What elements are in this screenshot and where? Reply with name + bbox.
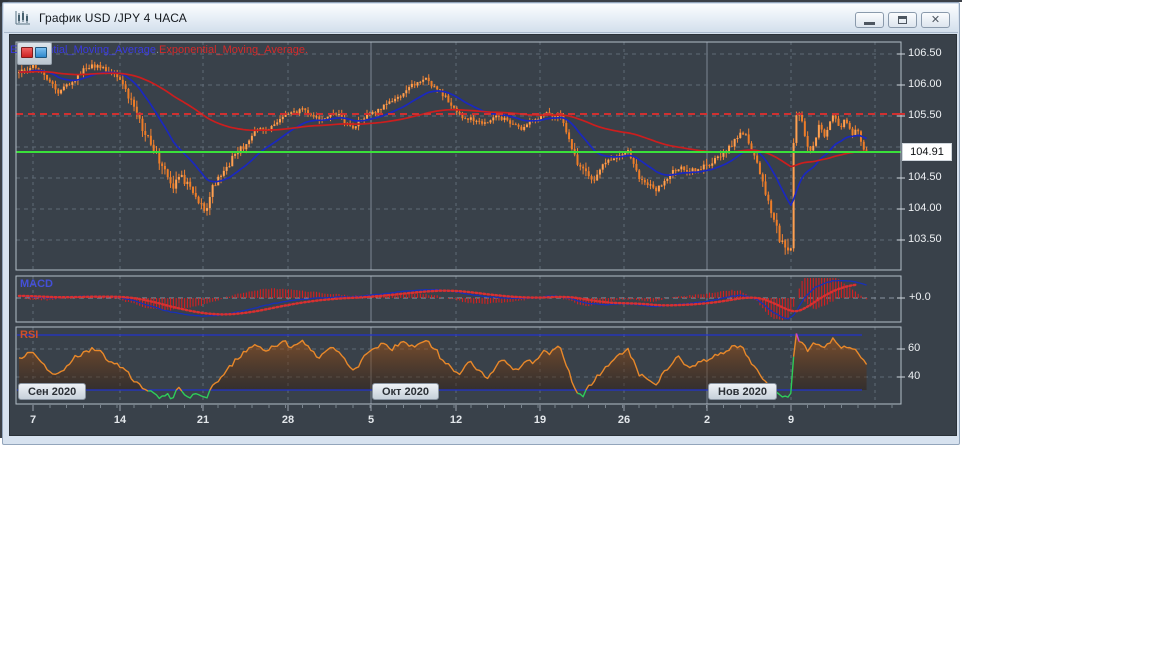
window-controls: ✕ (855, 12, 950, 28)
close-icon: ✕ (930, 13, 941, 26)
restore-icon (898, 16, 907, 24)
close-button[interactable]: ✕ (921, 12, 950, 28)
window-title: График USD /JPY 4 ЧАСА (39, 11, 188, 25)
chart-icon (15, 11, 30, 25)
title-bar[interactable]: График USD /JPY 4 ЧАСА ✕ (4, 4, 958, 33)
page: График USD /JPY 4 ЧАСА ✕ Exponential_Mov… (0, 0, 1152, 648)
restore-button[interactable] (888, 12, 917, 28)
minimize-button[interactable] (855, 12, 884, 28)
minimize-icon (864, 21, 875, 25)
chart-canvas[interactable] (8, 33, 956, 435)
